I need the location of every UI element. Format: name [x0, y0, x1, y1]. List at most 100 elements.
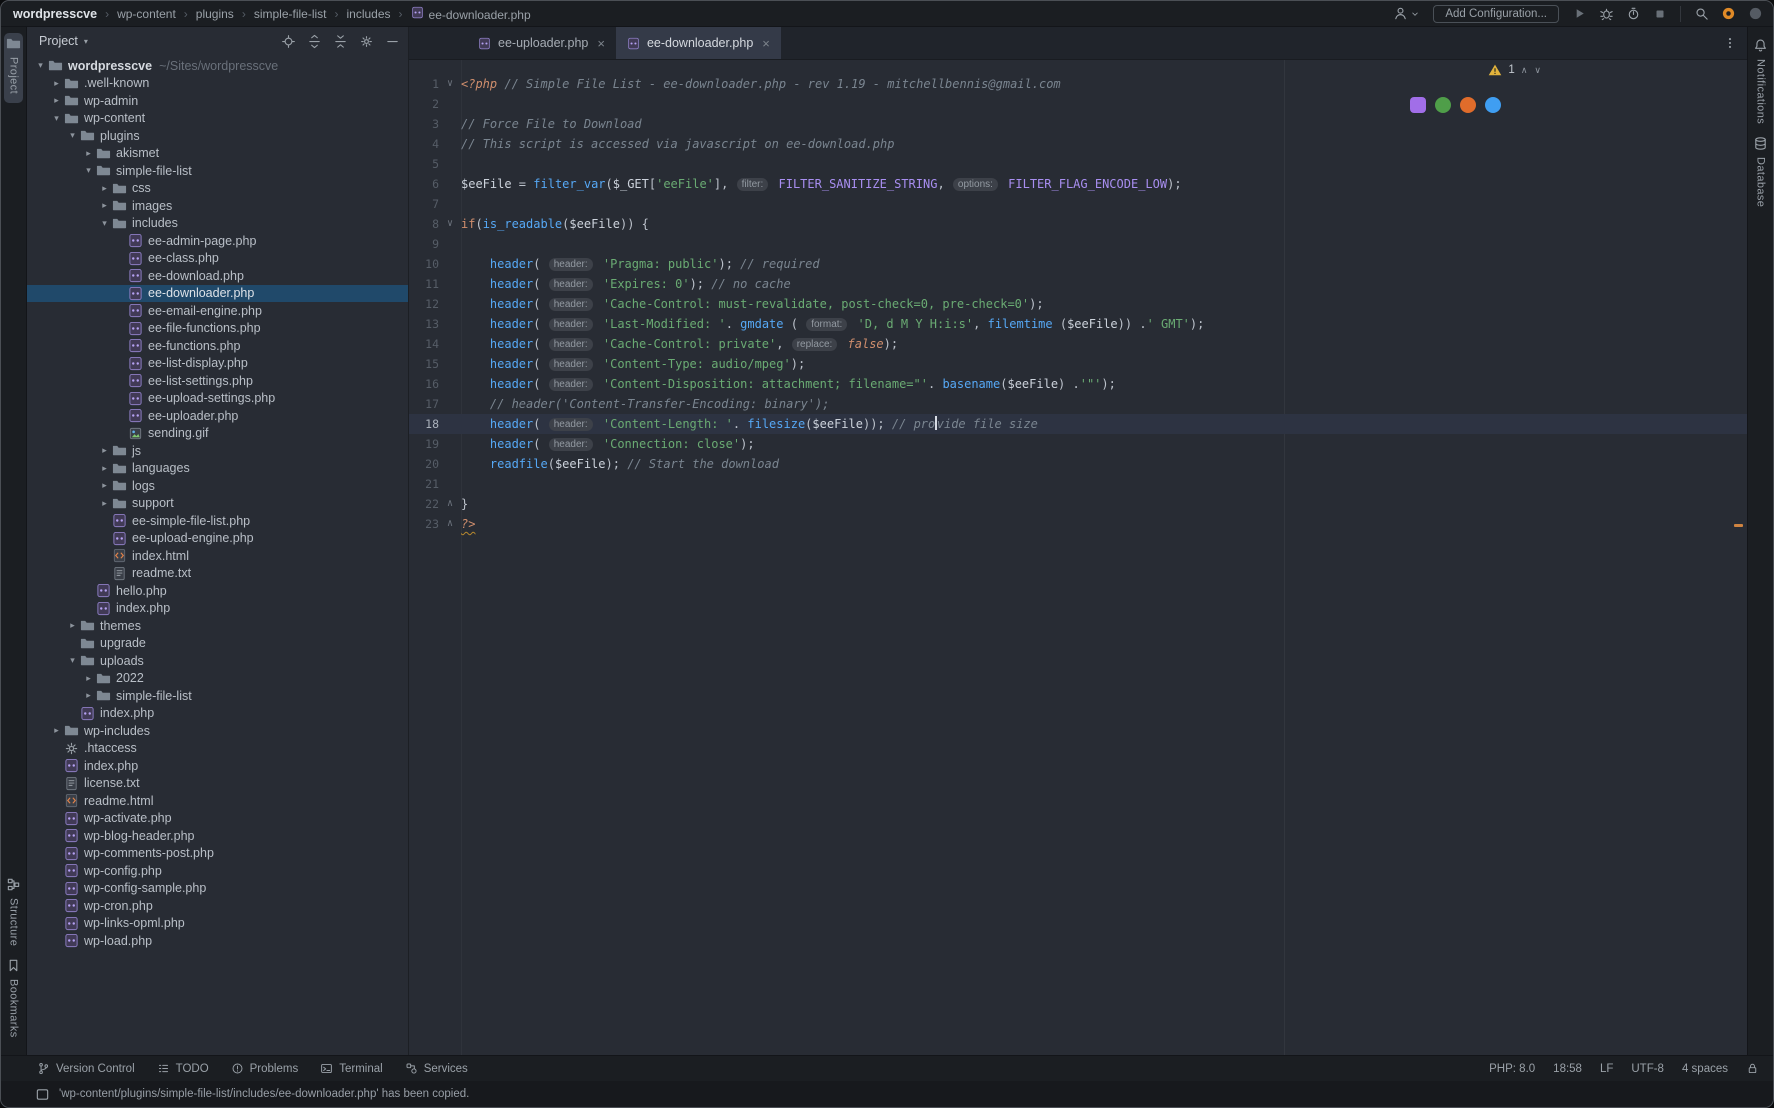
editor-tab[interactable]: ee-uploader.php× [467, 27, 616, 59]
tree-item[interactable]: wp-links-opml.php [27, 915, 408, 933]
tree-item[interactable]: ▸themes [27, 617, 408, 635]
chevron-expanded-icon[interactable]: ▾ [65, 130, 80, 141]
gutter-line-number[interactable]: 20 [409, 454, 439, 474]
gutter-line-number[interactable]: 4 [409, 134, 439, 154]
tree-item[interactable]: hello.php [27, 582, 408, 600]
tree-item[interactable]: ee-download.php [27, 267, 408, 285]
fold-marker-icon[interactable]: ∨ [439, 214, 461, 234]
tree-item[interactable]: ▸logs [27, 477, 408, 495]
chevron-collapsed-icon[interactable]: ▸ [49, 78, 64, 89]
debug-icon[interactable] [1599, 6, 1614, 21]
gutter-line-number[interactable]: 19 [409, 434, 439, 454]
project-tool-button[interactable]: Project [4, 33, 23, 103]
notifications-tool-button[interactable]: Notifications [1751, 35, 1770, 133]
tree-item[interactable]: readme.txt [27, 565, 408, 583]
gutter-line-number[interactable]: 23 [409, 514, 439, 534]
tree-item[interactable]: ▾wordpresscve~/Sites/wordpresscve [27, 57, 408, 75]
gutter-line-number[interactable]: 10 [409, 254, 439, 274]
tree-item[interactable]: ee-upload-settings.php [27, 390, 408, 408]
tree-item[interactable]: ee-admin-page.php [27, 232, 408, 250]
status-todo[interactable]: TODO [157, 1062, 209, 1075]
chevron-collapsed-icon[interactable]: ▸ [81, 148, 96, 159]
code-line[interactable]: 9 [409, 234, 1747, 254]
tree-item[interactable]: ▾plugins [27, 127, 408, 145]
chevron-collapsed-icon[interactable]: ▸ [97, 498, 112, 509]
structure-tool-button[interactable]: Structure [4, 874, 23, 955]
tree-item[interactable]: ee-uploader.php [27, 407, 408, 425]
code-line[interactable]: 10 header( header: 'Pragma: public'); //… [409, 254, 1747, 274]
code-line[interactable]: 5 [409, 154, 1747, 174]
status-services[interactable]: Services [405, 1062, 468, 1075]
status-version-control[interactable]: Version Control [37, 1062, 135, 1075]
tree-item[interactable]: index.php [27, 600, 408, 618]
chevron-collapsed-icon[interactable]: ▸ [97, 480, 112, 491]
tree-item[interactable]: index.php [27, 757, 408, 775]
code-line[interactable]: 20 readfile($eeFile); // Start the downl… [409, 454, 1747, 474]
gutter-line-number[interactable]: 5 [409, 154, 439, 174]
expand-all-icon[interactable] [307, 34, 322, 49]
tree-item[interactable]: ▸images [27, 197, 408, 215]
chevron-collapsed-icon[interactable]: ▸ [97, 200, 112, 211]
breadcrumb-item[interactable]: simple-file-list [252, 7, 329, 21]
chevron-collapsed-icon[interactable]: ▸ [97, 445, 112, 456]
tree-item[interactable]: ▾simple-file-list [27, 162, 408, 180]
gutter-line-number[interactable]: 17 [409, 394, 439, 414]
user-menu[interactable] [1393, 6, 1420, 21]
gutter-line-number[interactable]: 13 [409, 314, 439, 334]
code-line[interactable]: 8∨if(is_readable($eeFile)) { [409, 214, 1747, 234]
code-line[interactable]: 18 header( header: 'Content-Length: '. f… [409, 414, 1747, 434]
chevron-expanded-icon[interactable]: ▾ [81, 165, 96, 176]
locate-icon[interactable] [281, 34, 296, 49]
tree-item[interactable]: sending.gif [27, 425, 408, 443]
tree-item[interactable]: ee-upload-engine.php [27, 530, 408, 548]
hide-icon[interactable] [385, 34, 400, 49]
chevron-expanded-icon[interactable]: ▾ [65, 655, 80, 666]
breadcrumb-item[interactable]: ee-downloader.php [409, 6, 533, 22]
tree-item[interactable]: ▸wp-admin [27, 92, 408, 110]
tree-item[interactable]: wp-config.php [27, 862, 408, 880]
tree-item[interactable]: wp-comments-post.php [27, 845, 408, 863]
database-tool-button[interactable]: Database [1751, 133, 1770, 216]
tree-item[interactable]: ▸.well-known [27, 75, 408, 93]
chevron-collapsed-icon[interactable]: ▸ [81, 690, 96, 701]
fold-marker-icon[interactable]: ∧ [439, 494, 461, 514]
tree-item[interactable]: ▸simple-file-list [27, 687, 408, 705]
code-line[interactable]: 17 // header('Content-Transfer-Encoding:… [409, 394, 1747, 414]
code-line[interactable]: 13 header( header: 'Last-Modified: '. gm… [409, 314, 1747, 334]
chevron-collapsed-icon[interactable]: ▸ [97, 183, 112, 194]
gutter-line-number[interactable]: 12 [409, 294, 439, 314]
tree-item[interactable]: ▸js [27, 442, 408, 460]
orange-status-icon[interactable] [1721, 6, 1736, 21]
tree-item[interactable]: ee-list-display.php [27, 355, 408, 373]
chevron-expanded-icon[interactable]: ▾ [49, 113, 64, 124]
firefox-icon[interactable] [1460, 97, 1476, 113]
gutter-line-number[interactable]: 8 [409, 214, 439, 234]
status-widget[interactable]: UTF-8 [1631, 1063, 1664, 1075]
safari-icon[interactable] [1485, 97, 1501, 113]
gutter-line-number[interactable]: 6 [409, 174, 439, 194]
breadcrumb-item[interactable]: wp-content [115, 7, 178, 21]
gutter-line-number[interactable]: 2 [409, 94, 439, 114]
code-line[interactable]: 12 header( header: 'Cache-Control: must-… [409, 294, 1747, 314]
code-line[interactable]: 1∨<?php // Simple File List - ee-downloa… [409, 74, 1747, 94]
code-line[interactable]: 19 header( header: 'Connection: close'); [409, 434, 1747, 454]
code-editor[interactable]: 1∨<?php // Simple File List - ee-downloa… [409, 60, 1747, 1055]
tree-item[interactable]: ee-downloader.php [27, 285, 408, 303]
inspections-widget[interactable]: 1 ∧∨ [1488, 63, 1541, 77]
tree-item[interactable]: ▸wp-includes [27, 722, 408, 740]
tree-item[interactable]: ee-simple-file-list.php [27, 512, 408, 530]
breadcrumb-item[interactable]: wordpresscve [11, 7, 99, 21]
code-line[interactable]: 2 [409, 94, 1747, 114]
tab-options-menu[interactable] [1723, 27, 1747, 59]
close-icon[interactable]: × [597, 36, 605, 51]
tree-item[interactable]: ▸2022 [27, 670, 408, 688]
next-warning-arrow[interactable]: ∨ [1534, 65, 1541, 76]
tree-item[interactable]: ▾uploads [27, 652, 408, 670]
gutter-line-number[interactable]: 14 [409, 334, 439, 354]
editor-tab[interactable]: ee-downloader.php× [616, 27, 781, 59]
breadcrumb-item[interactable]: plugins [194, 7, 236, 21]
tree-item[interactable]: ee-class.php [27, 250, 408, 268]
status-widget[interactable]: 4 spaces [1682, 1063, 1728, 1075]
chevron-collapsed-icon[interactable]: ▸ [49, 725, 64, 736]
status-widget[interactable]: LF [1600, 1063, 1613, 1075]
